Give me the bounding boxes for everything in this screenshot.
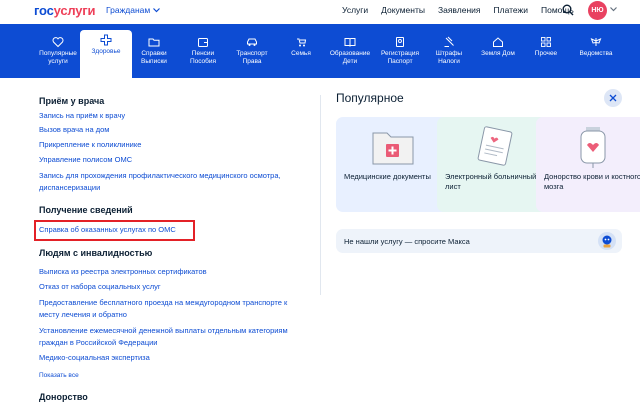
wallet-icon — [198, 38, 208, 47]
category-label: Справки — [141, 50, 167, 57]
sick-leave-document-icon — [477, 126, 513, 166]
ask-max-text: Не нашли услугу — спросите Макса — [344, 237, 470, 246]
category-popular[interactable]: Популярные услуги — [32, 32, 84, 78]
link-monthly-payment[interactable]: Установление ежемесячной денежной выплат… — [39, 325, 299, 348]
user-avatar[interactable]: НЮ — [588, 1, 607, 20]
category-label: Здоровье — [91, 48, 121, 55]
category-sublabel: Права — [242, 58, 262, 65]
card-medical-documents[interactable]: Медицинские документы — [336, 117, 449, 212]
max-assistant-avatar[interactable] — [598, 232, 616, 250]
category-label: Регистрация — [381, 50, 419, 57]
heart-icon — [52, 37, 64, 48]
category-label: Семья — [291, 50, 311, 57]
category-label: Транспорт — [236, 50, 268, 57]
link-free-travel[interactable]: Предоставление бесплатного проезда на ме… — [39, 297, 299, 320]
category-label: Популярные — [39, 50, 77, 57]
section-disability-title: Людям с инвалидностью — [39, 248, 153, 258]
category-certificates[interactable]: Справки Выписки — [128, 32, 180, 78]
nav-services[interactable]: Услуги — [342, 5, 368, 15]
link-medical-checkup[interactable]: Запись для прохождения профилактического… — [39, 170, 299, 193]
card-blood-donation[interactable]: Донорство крови и костного мозга — [536, 117, 640, 212]
category-label: Прочее — [534, 50, 558, 57]
category-other[interactable]: Прочее — [520, 32, 572, 78]
audience-label: Гражданам — [106, 5, 151, 15]
link-medical-social-expertise[interactable]: Медико-социальная экспертиза — [39, 352, 299, 364]
category-label: Штрафы — [435, 50, 463, 57]
robot-icon — [602, 235, 612, 248]
card-label: Медицинские документы — [344, 172, 431, 181]
logo-part-gos: гос — [34, 3, 54, 18]
close-icon — [609, 94, 617, 102]
category-land-house[interactable]: Земля Дом — [472, 32, 524, 78]
link-doctor-appointment[interactable]: Запись на приём к врачу — [39, 110, 299, 122]
category-agencies[interactable]: Ведомства — [570, 32, 622, 78]
gavel-icon — [444, 36, 454, 47]
car-icon — [247, 38, 257, 46]
link-certificate-registry[interactable]: Выписка из реестра электронных сертифика… — [39, 266, 299, 278]
category-sublabel: Паспорт — [387, 58, 413, 65]
popular-title: Популярное — [336, 91, 404, 105]
show-all-link[interactable]: Показать все — [39, 372, 79, 379]
category-transport[interactable]: Транспорт Права — [226, 32, 278, 78]
category-sublabel: услуги — [48, 58, 68, 65]
highlight-box — [34, 220, 195, 241]
close-button[interactable] — [604, 89, 622, 107]
medical-cross-icon — [100, 34, 112, 46]
category-registration[interactable]: Регистрация Паспорт — [374, 32, 426, 78]
logo-part-uslugi: услуги — [53, 3, 96, 18]
category-sublabel: Пособия — [189, 58, 217, 65]
category-family[interactable]: Семья — [275, 32, 327, 78]
gosuslugi-logo[interactable]: госуслуги — [34, 3, 96, 18]
category-label: Пенсии — [191, 50, 215, 57]
category-fines[interactable]: Штрафы Налоги — [423, 32, 475, 78]
section-doctor-title: Приём у врача — [39, 96, 105, 106]
nav-payments[interactable]: Платежи — [494, 5, 528, 15]
link-clinic-attachment[interactable]: Прикрепление к поликлинике — [39, 139, 299, 151]
stroller-icon — [297, 38, 307, 47]
link-oms-policy[interactable]: Управление полисом ОМС — [39, 154, 299, 166]
category-pensions[interactable]: Пенсии Пособия — [177, 32, 229, 78]
eagle-icon — [590, 38, 602, 46]
category-education[interactable]: Образование Дети — [324, 32, 376, 78]
grid-icon — [541, 37, 551, 47]
top-nav: Услуги Документы Заявления Платежи Помощ… — [342, 5, 574, 15]
search-icon[interactable] — [562, 4, 574, 16]
nav-documents[interactable]: Документы — [381, 5, 425, 15]
ask-max-bar[interactable]: Не нашли услугу — спросите Макса — [336, 229, 622, 253]
category-sublabel: Налоги — [438, 58, 460, 65]
link-home-doctor-call[interactable]: Вызов врача на дом — [39, 124, 299, 136]
category-sublabel: Выписки — [141, 58, 167, 65]
section-donation-title: Донорство — [39, 392, 88, 402]
passport-icon — [396, 37, 404, 47]
medical-folder-icon — [372, 132, 414, 165]
category-sublabel: Дети — [342, 58, 358, 65]
nav-applications[interactable]: Заявления — [438, 5, 481, 15]
book-icon — [344, 38, 356, 47]
category-label: Ведомства — [579, 50, 613, 57]
card-label: Электронный больничный лист — [445, 172, 537, 191]
category-label: Образование — [329, 50, 371, 57]
chevron-down-icon — [153, 7, 161, 12]
category-health[interactable]: Здоровье — [80, 30, 132, 78]
chevron-down-icon[interactable] — [610, 7, 617, 12]
folder-icon — [148, 38, 160, 47]
blood-bag-icon — [580, 127, 606, 168]
top-bar: госуслуги Гражданам Услуги Документы Зая… — [0, 0, 640, 24]
category-label: Земля Дом — [481, 50, 515, 57]
house-icon — [493, 37, 503, 47]
column-divider — [320, 95, 321, 295]
section-info-title: Получение сведений — [39, 205, 133, 215]
card-label: Донорство крови и костного мозга — [544, 172, 640, 191]
audience-selector[interactable]: Гражданам — [106, 5, 161, 15]
link-refuse-social-services[interactable]: Отказ от набора социальных услуг — [39, 281, 299, 293]
card-sick-leave[interactable]: Электронный больничный лист — [437, 117, 550, 212]
